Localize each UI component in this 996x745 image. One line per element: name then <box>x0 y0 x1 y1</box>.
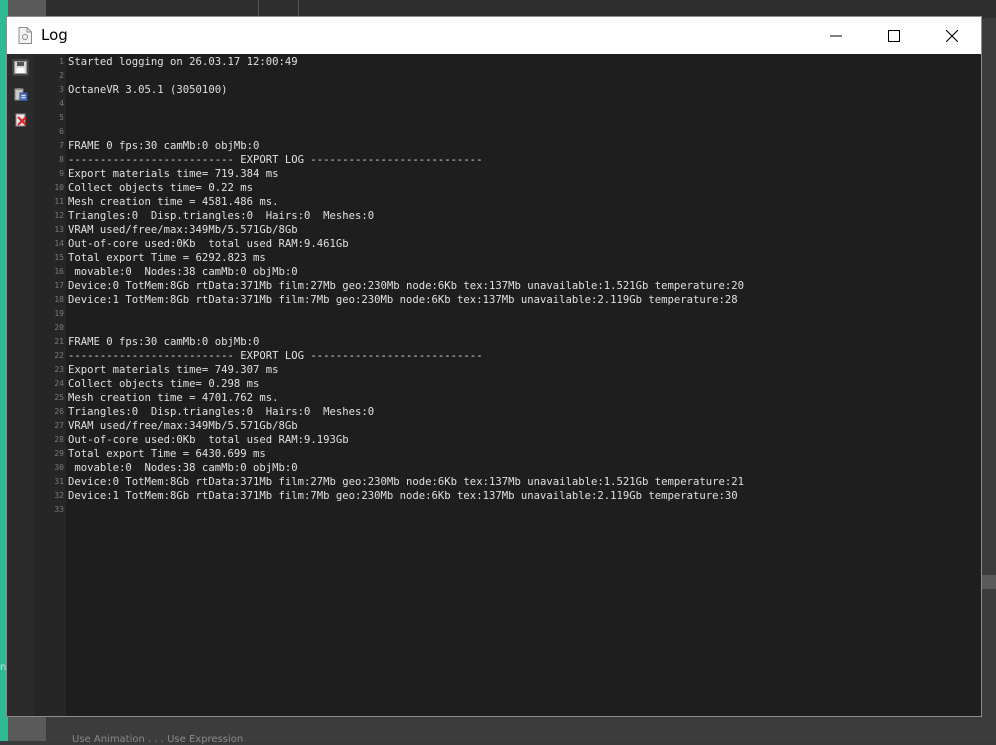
log-line: Device:1 TotMem:8Gb rtData:371Mb film:7M… <box>68 294 738 306</box>
window-title: Log <box>41 26 68 44</box>
line-number: 13 <box>54 225 64 234</box>
line-number: 1 <box>59 57 64 66</box>
line-number: 20 <box>54 323 64 332</box>
line-number: 14 <box>54 239 64 248</box>
line-number: 26 <box>54 407 64 416</box>
clear-document-icon <box>15 113 27 126</box>
line-number: 7 <box>59 141 64 150</box>
minimize-icon <box>830 35 842 36</box>
line-number: 16 <box>54 267 64 276</box>
log-line: Collect objects time= 0.298 ms <box>68 378 260 390</box>
title-bar[interactable]: Log <box>7 17 981 54</box>
log-line: Device:1 TotMem:8Gb rtData:371Mb film:7M… <box>68 490 738 502</box>
log-line: FRAME 0 fps:30 camMb:0 objMb:0 <box>68 336 260 348</box>
line-number: 6 <box>59 127 64 136</box>
log-window: Log 1 2 3 4 5 6 7 8 9 10 11 12 13 14 15 … <box>6 16 982 717</box>
background-divider <box>298 0 299 16</box>
log-toolbar <box>7 54 34 716</box>
line-number: 4 <box>59 99 64 108</box>
line-number: 27 <box>54 421 64 430</box>
log-line: VRAM used/free/max:349Mb/5.571Gb/8Gb <box>68 420 298 432</box>
close-icon <box>946 29 958 42</box>
line-number: 17 <box>54 281 64 290</box>
line-number: 11 <box>54 197 64 206</box>
clipboard-icon <box>14 87 27 101</box>
log-line: Mesh creation time = 4701.762 ms. <box>68 392 279 404</box>
log-line: -------------------------- EXPORT LOG --… <box>68 350 483 362</box>
background-right-panel <box>982 18 996 741</box>
maximize-icon <box>888 29 900 42</box>
log-text-area[interactable]: Started logging on 26.03.17 12:00:49 Octa… <box>66 54 981 716</box>
log-line: movable:0 Nodes:38 camMb:0 objMb:0 <box>68 462 298 474</box>
floppy-disk-icon <box>14 61 27 74</box>
line-number: 15 <box>54 253 64 262</box>
line-number: 31 <box>54 477 64 486</box>
log-line: VRAM used/free/max:349Mb/5.571Gb/8Gb <box>68 224 298 236</box>
log-line: Triangles:0 Disp.triangles:0 Hairs:0 Mes… <box>68 406 375 418</box>
line-number: 5 <box>59 113 64 122</box>
save-log-button[interactable] <box>12 59 29 76</box>
line-number: 33 <box>54 505 64 514</box>
log-line: Export materials time= 719.384 ms <box>68 168 279 180</box>
line-number: 30 <box>54 463 64 472</box>
log-line: Triangles:0 Disp.triangles:0 Hairs:0 Mes… <box>68 210 375 222</box>
log-line: Total export Time = 6430.699 ms <box>68 448 266 460</box>
log-line: FRAME 0 fps:30 camMb:0 objMb:0 <box>68 140 260 152</box>
line-number: 21 <box>54 337 64 346</box>
log-line: OctaneVR 3.05.1 (3050100) <box>68 84 228 96</box>
line-number: 18 <box>54 295 64 304</box>
log-line: Started logging on 26.03.17 12:00:49 <box>68 56 298 68</box>
line-number: 22 <box>54 351 64 360</box>
copy-log-button[interactable] <box>12 85 29 102</box>
clear-log-button[interactable] <box>12 111 29 128</box>
log-window-icon <box>18 27 32 44</box>
log-line: Mesh creation time = 4581.486 ms. <box>68 196 279 208</box>
log-line: -------------------------- EXPORT LOG --… <box>68 154 483 166</box>
close-button[interactable] <box>923 17 981 54</box>
line-number: 12 <box>54 211 64 220</box>
background-divider <box>258 0 259 16</box>
line-number: 29 <box>54 449 64 458</box>
line-number: 28 <box>54 435 64 444</box>
log-line: Device:0 TotMem:8Gb rtData:371Mb film:27… <box>68 280 745 292</box>
line-number: 2 <box>59 71 64 80</box>
line-number: 19 <box>54 309 64 318</box>
line-number: 24 <box>54 379 64 388</box>
background-scroll-marker <box>982 575 996 589</box>
log-line: Device:0 TotMem:8Gb rtData:371Mb film:27… <box>68 476 745 488</box>
background-attribute-row: Use Animation . . . Use Expression <box>72 734 244 745</box>
line-number: 10 <box>54 183 64 192</box>
line-number: 23 <box>54 365 64 374</box>
line-number-gutter: 1 2 3 4 5 6 7 8 9 10 11 12 13 14 15 16 17 18 19 20 21 22 23 24 2… <box>34 54 66 716</box>
line-number: 25 <box>54 393 64 402</box>
line-number: 3 <box>59 85 64 94</box>
line-number: 8 <box>59 155 64 164</box>
log-line: Collect objects time= 0.22 ms <box>68 182 253 194</box>
log-line: Out-of-core used:0Kb total used RAM:9.46… <box>68 238 349 250</box>
maximize-button[interactable] <box>865 17 923 54</box>
line-number: 32 <box>54 491 64 500</box>
minimize-button[interactable] <box>807 17 865 54</box>
log-line: Export materials time= 749.307 ms <box>68 364 279 376</box>
log-line: Total export Time = 6292.823 ms <box>68 252 266 264</box>
line-number: 9 <box>59 169 64 178</box>
log-line: Out-of-core used:0Kb total used RAM:9.19… <box>68 434 349 446</box>
log-line: movable:0 Nodes:38 camMb:0 objMb:0 <box>68 266 298 278</box>
